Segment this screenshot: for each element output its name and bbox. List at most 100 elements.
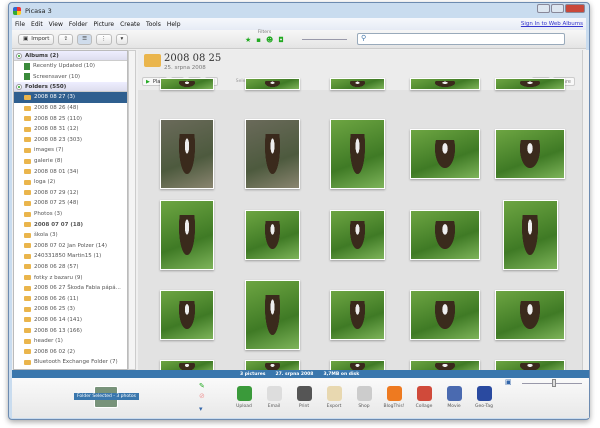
maximize-button[interactable] xyxy=(551,4,564,13)
photo-thumbnail[interactable] xyxy=(410,210,480,260)
folder-item[interactable]: 2008 06 28 (57) xyxy=(14,262,127,273)
photo-thumbnail[interactable] xyxy=(160,290,214,340)
clear-icon[interactable]: ⊘ xyxy=(199,392,205,400)
photo-tray: Folder Selected - 3 photos ✎ ⊘ ▾ Upload E… xyxy=(12,378,589,418)
folder-item[interactable]: 2008 06 26 (11) xyxy=(14,293,127,304)
folder-item[interactable]: škola (3) xyxy=(14,230,127,241)
album-item[interactable]: Recently Updated (10) xyxy=(14,61,127,72)
menu-picture[interactable]: Picture xyxy=(93,21,114,28)
shop-button[interactable]: Shop xyxy=(354,386,374,409)
collage-icon xyxy=(416,386,432,401)
geotag-filter-icon[interactable]: ◘ xyxy=(278,36,284,44)
tree-view-button[interactable]: ⋮ xyxy=(96,33,112,45)
geotag-button[interactable]: Geo-Tag xyxy=(474,386,494,409)
photo-thumbnail[interactable] xyxy=(410,290,480,340)
import-button[interactable]: ▣ Import xyxy=(18,33,55,45)
photo-thumbnail[interactable] xyxy=(160,119,214,189)
menu-tools[interactable]: Tools xyxy=(146,21,161,28)
menu-create[interactable]: Create xyxy=(120,21,140,28)
photo-thumbnail[interactable] xyxy=(245,210,300,260)
photo-scrollbar[interactable] xyxy=(582,50,589,370)
blogthis-button[interactable]: BlogThis! xyxy=(384,386,404,409)
view-dropdown[interactable]: ▾ xyxy=(115,33,129,45)
folder-item[interactable]: 2008 08 27 (3) xyxy=(14,92,127,103)
folder-item[interactable]: loga (2) xyxy=(14,177,127,188)
sign-in-link[interactable]: Sign In to Web Albums xyxy=(521,21,583,27)
folder-item[interactable]: header (1) xyxy=(14,336,127,347)
photo-thumbnail[interactable] xyxy=(330,210,385,260)
folder-item[interactable]: 2008 08 25 (110) xyxy=(14,113,127,124)
folder-icon xyxy=(24,317,31,323)
folders-header[interactable]: Folders (550) xyxy=(14,82,127,93)
star-filter-icon[interactable]: ★ xyxy=(245,36,251,44)
search-icon: ⚲ xyxy=(361,34,367,42)
add-to-album-icon[interactable]: ▾ xyxy=(199,405,203,413)
photo-thumbnail[interactable] xyxy=(160,200,214,270)
photo-thumbnail[interactable] xyxy=(495,78,565,90)
photo-thumbnail[interactable] xyxy=(330,78,385,90)
collapse-icon[interactable] xyxy=(16,52,22,59)
filter-slider[interactable] xyxy=(302,39,347,40)
photo-thumbnail[interactable] xyxy=(495,290,565,340)
photo-thumbnail[interactable] xyxy=(495,360,565,370)
menu-file[interactable]: File xyxy=(15,21,25,28)
album-item[interactable]: Screensaver (10) xyxy=(14,72,127,83)
collapse-icon[interactable] xyxy=(16,83,22,90)
folder-item[interactable]: 2008 07 02 Jan Polzer (14) xyxy=(14,241,127,252)
folder-item[interactable]: images (7) xyxy=(14,145,127,156)
email-button[interactable]: Email xyxy=(264,386,284,409)
photo-thumbnail[interactable] xyxy=(410,78,480,90)
minimize-button[interactable] xyxy=(537,4,550,13)
export-button[interactable]: Export xyxy=(324,386,344,409)
upload-button[interactable]: Upload xyxy=(234,386,254,409)
video-filter-icon[interactable]: ▪ xyxy=(256,36,261,44)
folder-item[interactable]: Bluetooth Exchange Folder (7) xyxy=(14,357,127,368)
folder-item[interactable]: 2008 08 26 (48) xyxy=(14,103,127,114)
folder-item[interactable]: 2008 06 13 (166) xyxy=(14,325,127,336)
folder-item[interactable]: Photos (3) xyxy=(14,209,127,220)
photo-thumbnail[interactable] xyxy=(160,360,214,370)
print-button[interactable]: Print xyxy=(294,386,314,409)
folder-item[interactable]: 240331850 Martin15 (1) xyxy=(14,251,127,262)
menu-edit[interactable]: Edit xyxy=(31,21,43,28)
photo-thumbnail[interactable] xyxy=(502,200,558,270)
folder-item[interactable]: 2008 06 27 Škoda Fabia pápá... xyxy=(14,283,127,294)
folder-item[interactable]: fotky z bazaru (9) xyxy=(14,272,127,283)
menu-view[interactable]: View xyxy=(49,21,63,28)
folder-item[interactable]: 2008 08 01 (34) xyxy=(14,166,127,177)
menu-folder[interactable]: Folder xyxy=(69,21,88,28)
photo-thumbnail[interactable] xyxy=(410,360,480,370)
photo-thumbnail[interactable] xyxy=(245,280,300,350)
library-scrollbar[interactable] xyxy=(128,50,136,370)
photo-thumbnail[interactable] xyxy=(495,129,565,179)
hold-icon[interactable]: ✎ xyxy=(199,382,205,390)
photo-thumbnail[interactable] xyxy=(245,360,300,370)
folder-item[interactable]: 2008 08 23 (303) xyxy=(14,135,127,146)
photo-thumbnail[interactable] xyxy=(330,290,385,340)
folder-item[interactable]: 2008 06 25 (3) xyxy=(14,304,127,315)
albums-header[interactable]: Albums (2) xyxy=(14,51,127,61)
thumbnail-view-button[interactable]: ☰ xyxy=(77,33,93,45)
photo-thumbnail[interactable] xyxy=(245,119,300,189)
photo-thumbnail[interactable] xyxy=(160,78,214,90)
collage-button[interactable]: Collage xyxy=(414,386,434,409)
zoom-slider-handle[interactable] xyxy=(552,379,556,387)
folder-item[interactable]: 2008 06 14 (141) xyxy=(14,315,127,326)
close-button[interactable] xyxy=(565,4,585,13)
movie-button[interactable]: Movie xyxy=(444,386,464,409)
photo-thumbnail[interactable] xyxy=(410,129,480,179)
folder-item[interactable]: 2008 07 07 (18) xyxy=(14,219,127,230)
folder-item[interactable]: 2008 06 02 (2) xyxy=(14,346,127,357)
folder-item[interactable]: galerie (8) xyxy=(14,156,127,167)
search-input[interactable]: ⚲ xyxy=(357,33,565,45)
upload-people-button[interactable]: ⇪ xyxy=(58,33,74,45)
photo-thumbnail[interactable] xyxy=(330,360,385,370)
photo-thumbnail[interactable] xyxy=(245,78,300,90)
folder-item[interactable]: 2008 07 29 (12) xyxy=(14,188,127,199)
folder-item[interactable]: 2008 07 25 (48) xyxy=(14,198,127,209)
folder-item[interactable]: 2008 08 31 (12) xyxy=(14,124,127,135)
folder-icon xyxy=(24,275,31,281)
photo-thumbnail[interactable] xyxy=(330,119,385,189)
menu-help[interactable]: Help xyxy=(167,21,181,28)
people-filter-icon[interactable]: ☻ xyxy=(266,36,273,44)
